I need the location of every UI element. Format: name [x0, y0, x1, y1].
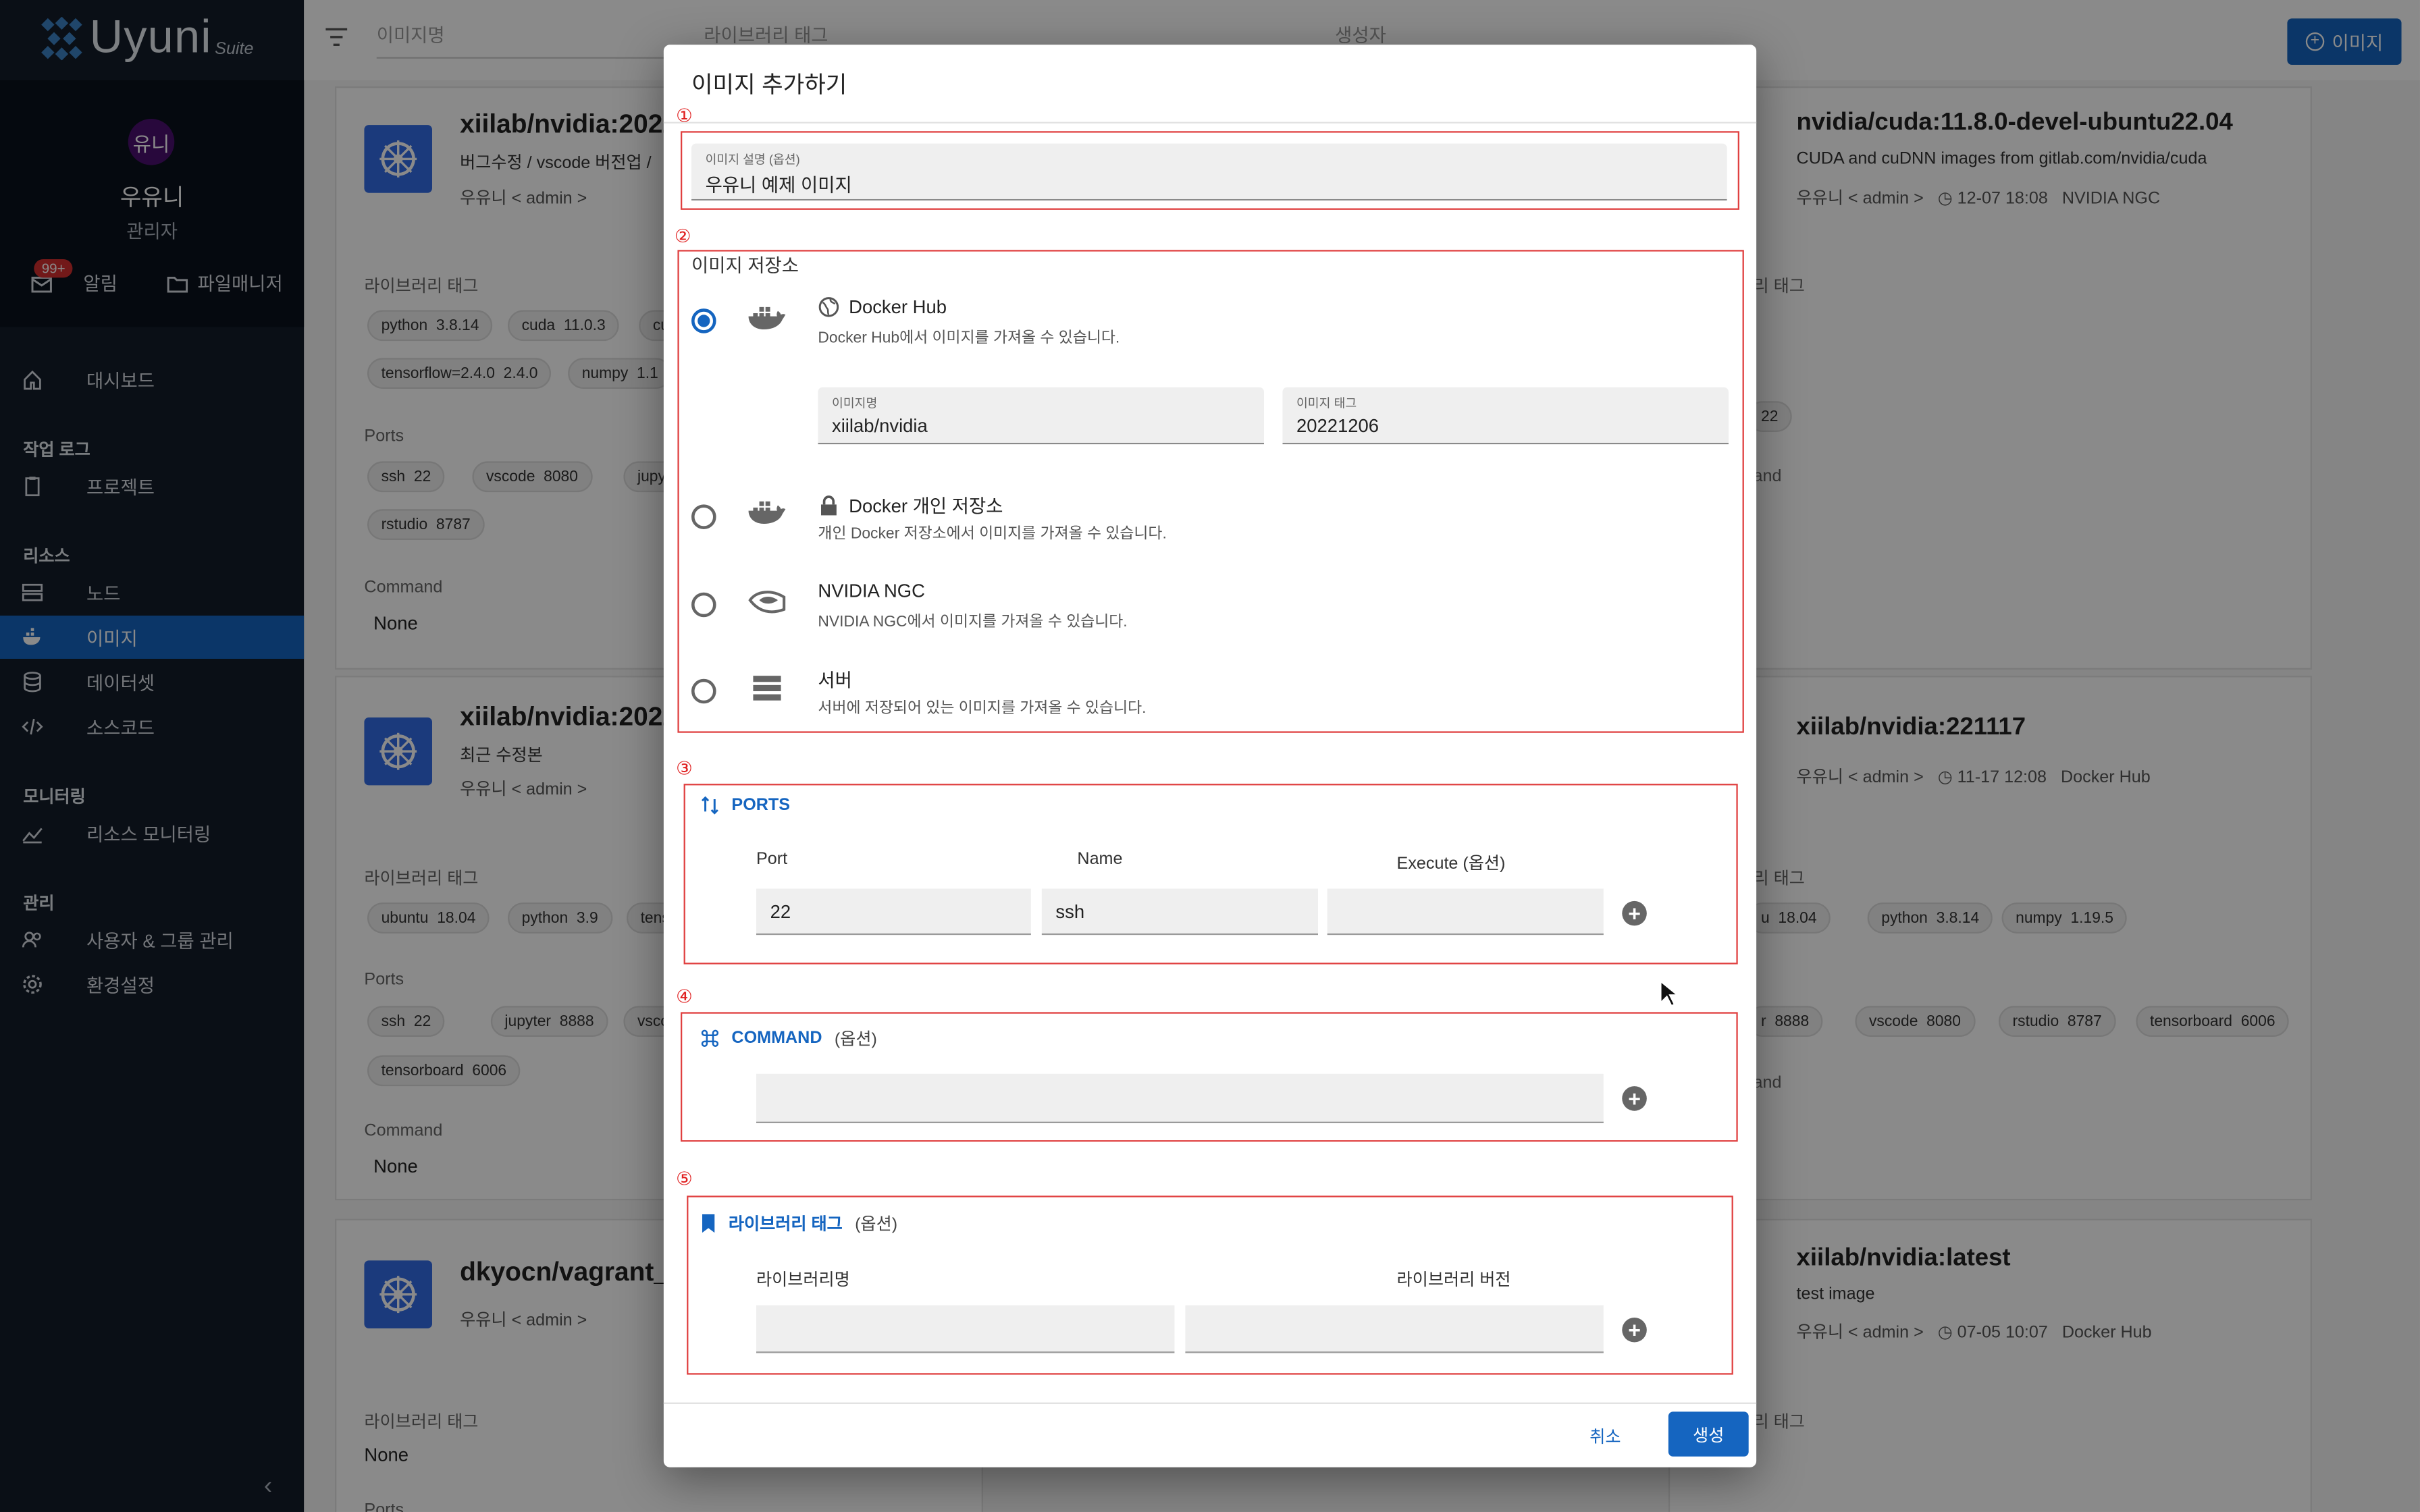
option-title: NVIDIA NGC — [818, 580, 925, 602]
command-header: COMMAND (옵션) — [701, 1026, 877, 1051]
bookmark-icon — [702, 1214, 715, 1233]
option-docker-hub[interactable]: Docker Hub — [818, 296, 947, 318]
option-server[interactable]: 서버 — [818, 666, 851, 693]
field-label: 이미지 태그 — [1296, 396, 1357, 410]
library-tag-header: 라이브러리 태그 (옵션) — [701, 1211, 897, 1236]
command-input[interactable] — [756, 1073, 1604, 1123]
col-port: Port — [756, 850, 788, 869]
highlight-box — [677, 250, 1744, 733]
option-title: Docker 개인 저장소 — [849, 495, 1003, 517]
radio-nvidia-ngc[interactable] — [691, 592, 716, 618]
option-docker-private[interactable]: Docker 개인 저장소 — [818, 492, 1003, 518]
field-label: 이미지 설명 (옵션) — [705, 153, 800, 167]
server-icon — [747, 673, 787, 704]
image-description-field[interactable]: 이미지 설명 (옵션) 우유니 예제 이미지 — [691, 143, 1727, 201]
cancel-button[interactable]: 취소 — [1589, 1424, 1621, 1449]
add-port-icon[interactable]: + — [1622, 900, 1647, 926]
divider — [663, 1402, 1757, 1404]
library-name-input[interactable] — [756, 1305, 1175, 1353]
step-marker-4: ④ — [676, 986, 693, 1008]
col-library-name: 라이브러리명 — [756, 1271, 850, 1290]
step-marker-5: ⑤ — [676, 1168, 693, 1190]
swap-vert-icon — [701, 796, 718, 815]
docker-icon — [747, 498, 787, 529]
option-title: 서버 — [818, 669, 852, 691]
highlight-box — [683, 784, 1738, 965]
add-image-dialog: 이미지 추가하기 ① 이미지 설명 (옵션) 우유니 예제 이미지 ② 이미지 … — [663, 45, 1757, 1467]
field-value: 20221206 — [1296, 414, 1379, 437]
col-library-version: 라이브러리 버전 — [1396, 1271, 1511, 1290]
field-value: xiilab/nvidia — [831, 414, 928, 437]
step-marker-1: ① — [676, 105, 693, 127]
add-library-icon[interactable]: + — [1622, 1317, 1647, 1343]
ports-header: PORTS — [701, 796, 790, 815]
option-desc: NVIDIA NGC에서 이미지를 가져올 수 있습니다. — [818, 614, 1128, 631]
col-execute: Execute (옵션) — [1396, 855, 1506, 873]
add-command-icon[interactable]: + — [1622, 1086, 1647, 1111]
step-marker-2: ② — [674, 225, 691, 247]
field-label: 이미지명 — [831, 396, 878, 410]
create-button[interactable]: 생성 — [1668, 1411, 1749, 1457]
field-value: 우유니 예제 이미지 — [705, 174, 852, 196]
nvidia-icon — [747, 585, 787, 616]
divider — [663, 122, 1757, 124]
col-name: Name — [1077, 850, 1123, 869]
radio-docker-hub[interactable] — [691, 308, 716, 333]
radio-server[interactable] — [691, 678, 716, 704]
option-desc: Docker Hub에서 이미지를 가져올 수 있습니다. — [818, 330, 1120, 348]
step-marker-3: ③ — [676, 757, 693, 780]
option-nvidia-ngc[interactable]: NVIDIA NGC — [818, 580, 925, 601]
mouse-cursor-icon — [1660, 979, 1678, 1007]
port-name-input[interactable]: ssh — [1041, 888, 1318, 936]
dialog-title: 이미지 추가하기 — [691, 72, 847, 99]
image-name-field[interactable]: 이미지명 xiilab/nvidia — [818, 387, 1264, 445]
command-key-icon — [701, 1029, 719, 1047]
repository-label: 이미지 저장소 — [691, 254, 799, 277]
option-desc: 개인 Docker 저장소에서 이미지를 가져올 수 있습니다. — [818, 526, 1167, 543]
radio-docker-private[interactable] — [691, 504, 716, 529]
option-desc: 서버에 저장되어 있는 이미지를 가져올 수 있습니다. — [818, 700, 1147, 718]
image-tag-field[interactable]: 이미지 태그 20221206 — [1282, 387, 1729, 445]
port-input[interactable]: 22 — [756, 888, 1031, 936]
globe-icon — [818, 297, 839, 317]
lock-icon — [820, 495, 837, 515]
port-execute-input[interactable] — [1327, 888, 1604, 936]
library-version-input[interactable] — [1185, 1305, 1604, 1353]
option-title: Docker Hub — [849, 296, 947, 318]
docker-icon — [747, 304, 787, 335]
app-root: Uyuni Suite 유니 우유니 관리자 알림 파일매니저 99+ 대시보드… — [0, 0, 2420, 1512]
